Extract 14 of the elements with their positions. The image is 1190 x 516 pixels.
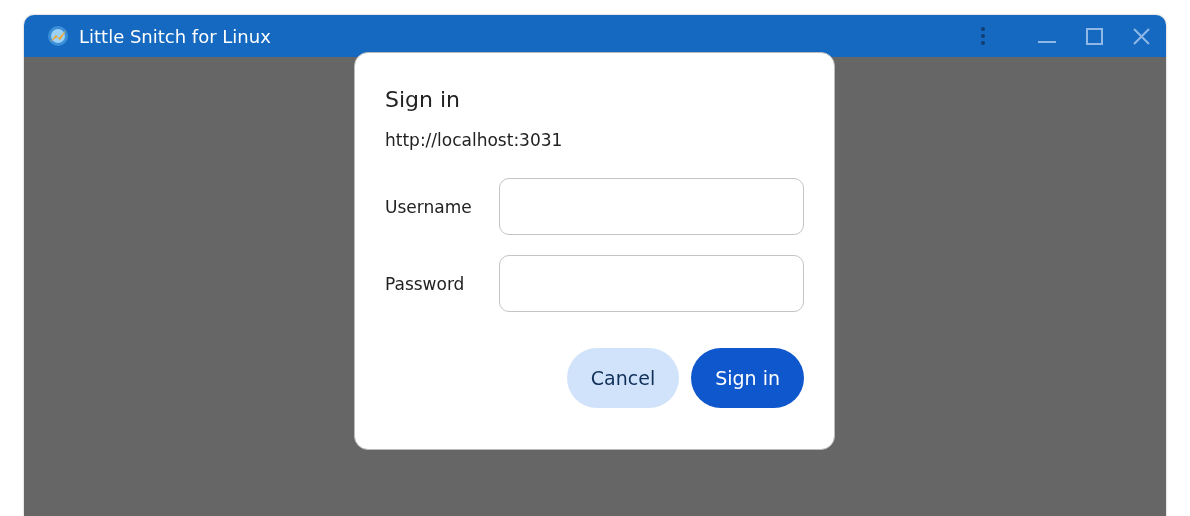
more-icon[interactable] <box>980 26 986 46</box>
window-title: Little Snitch for Linux <box>79 25 271 47</box>
username-field[interactable] <box>499 178 804 235</box>
app-icon <box>47 25 69 47</box>
sign-in-button[interactable]: Sign in <box>691 348 804 408</box>
dialog-title: Sign in <box>385 87 462 112</box>
close-icon[interactable] <box>1133 27 1150 45</box>
minimize-icon[interactable] <box>1038 40 1056 44</box>
password-field[interactable] <box>499 255 804 312</box>
field-label: Password <box>385 273 466 294</box>
maximize-icon[interactable] <box>1086 27 1103 45</box>
origin-url: http://localhost:3031 <box>385 130 564 150</box>
cancel-button[interactable]: Cancel <box>566 348 680 408</box>
field-label: Username <box>385 196 473 217</box>
